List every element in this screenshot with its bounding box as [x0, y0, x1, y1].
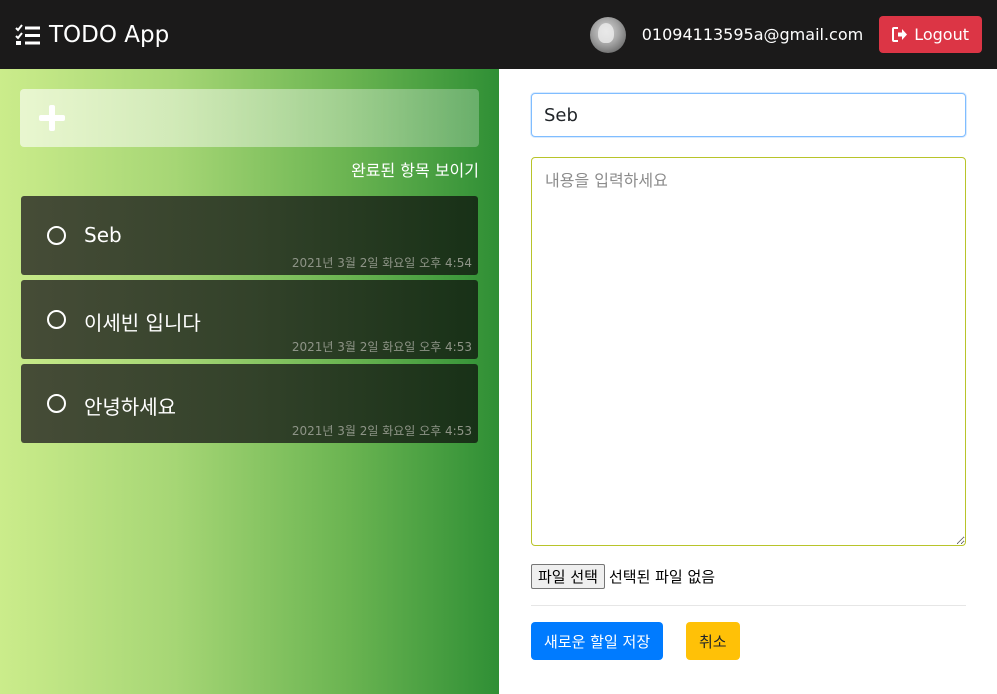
circle-check-icon[interactable]: [47, 226, 66, 245]
divider: [531, 605, 966, 606]
user-email: 01094113595a@gmail.com: [641, 25, 864, 44]
avatar: [589, 16, 626, 53]
title-input[interactable]: [531, 93, 966, 137]
brand[interactable]: TODO App: [15, 22, 169, 48]
circle-check-icon[interactable]: [47, 394, 66, 413]
task-list-icon: [15, 23, 40, 45]
cancel-button[interactable]: 취소: [686, 622, 740, 660]
choose-file-button[interactable]: 파일 선택: [531, 564, 605, 589]
todo-title: Seb: [84, 223, 122, 247]
plus-icon: [39, 105, 65, 131]
todo-list: Seb 2021년 3월 2일 화요일 오후 4:54 이세빈 입니다 2021…: [21, 196, 478, 448]
sign-out-icon: [892, 27, 908, 42]
todo-date: 2021년 3월 2일 화요일 오후 4:53: [291, 340, 472, 354]
todo-editor: 파일 선택 선택된 파일 없음 새로운 할일 저장 취소: [499, 69, 997, 694]
save-button[interactable]: 새로운 할일 저장: [531, 622, 664, 660]
file-input: 파일 선택 선택된 파일 없음: [531, 564, 715, 589]
logout-button[interactable]: Logout: [879, 16, 982, 53]
logout-label: Logout: [914, 25, 969, 44]
file-status: 선택된 파일 없음: [608, 568, 716, 586]
brand-title: TODO App: [49, 21, 170, 48]
todo-date: 2021년 3월 2일 화요일 오후 4:54: [291, 256, 472, 270]
todo-title: 안녕하세요: [84, 395, 176, 419]
navbar: TODO App 01094113595a@gmail.com Logout: [0, 0, 997, 69]
todo-item[interactable]: 이세빈 입니다 2021년 3월 2일 화요일 오후 4:53: [21, 280, 478, 359]
circle-check-icon[interactable]: [47, 310, 66, 329]
show-completed-toggle[interactable]: 완료된 항목 보이기: [351, 157, 479, 181]
nav-user-area: 01094113595a@gmail.com Logout: [589, 16, 982, 53]
todo-item[interactable]: 안녕하세요 2021년 3월 2일 화요일 오후 4:53: [21, 364, 478, 443]
content-textarea[interactable]: [531, 157, 966, 546]
add-todo-button[interactable]: [20, 89, 479, 147]
todo-sidebar: 완료된 항목 보이기 Seb 2021년 3월 2일 화요일 오후 4:54 이…: [0, 69, 499, 694]
todo-date: 2021년 3월 2일 화요일 오후 4:53: [291, 424, 472, 438]
todo-item[interactable]: Seb 2021년 3월 2일 화요일 오후 4:54: [21, 196, 478, 275]
todo-title: 이세빈 입니다: [84, 311, 201, 335]
